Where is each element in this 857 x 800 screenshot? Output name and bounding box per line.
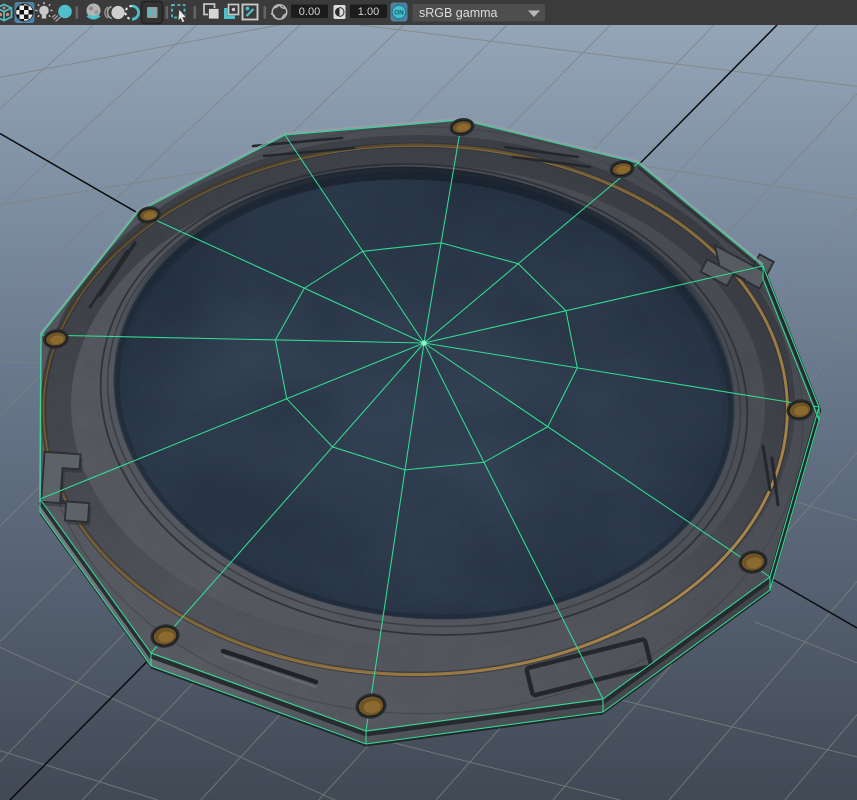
svg-text:sRGB gamma: sRGB gamma [419, 6, 498, 20]
svg-text:ON: ON [394, 10, 404, 17]
svg-text:1.00: 1.00 [358, 6, 379, 18]
svg-text:0.00: 0.00 [299, 6, 320, 18]
